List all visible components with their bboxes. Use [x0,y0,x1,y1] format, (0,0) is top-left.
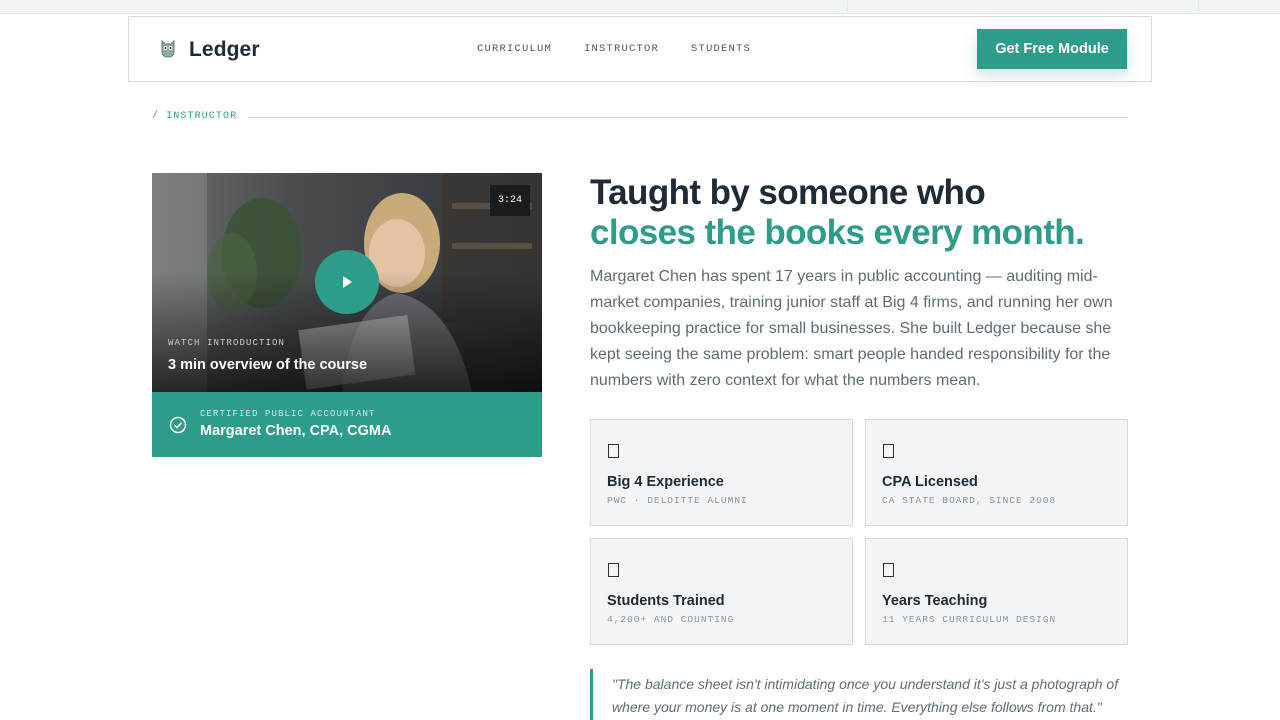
page-title: Taught by someone who closes the books e… [590,173,1085,253]
card-icon [608,444,619,458]
intro-video[interactable]: 3:24 WATCH INTRODUCTION 3 min overview o… [152,173,542,392]
nav-link-curriculum[interactable]: CURRICULUM [477,43,552,55]
play-icon[interactable] [315,250,379,314]
instructor-name: Margaret Chen, CPA, CGMA [200,423,392,439]
section-eyebrow: / INSTRUCTOR [152,111,238,122]
credential-banner: CERTIFIED PUBLIC ACCOUNTANT Margaret Che… [152,392,542,457]
quote-bar [590,669,593,720]
nav-link-instructor[interactable]: INSTRUCTOR [584,43,659,55]
top-strip-divider [1198,0,1199,13]
nav-link-students[interactable]: STUDENTS [691,43,751,55]
instructor-bio: Margaret Chen has spent 17 years in publ… [590,268,1113,389]
headline-line-2: closes the books every month. [590,213,1085,252]
video-label: WATCH INTRODUCTION [168,338,286,348]
owl-icon[interactable] [159,39,177,59]
headline-line-1: Taught by someone who [590,173,986,212]
stat-card-big4: Big 4 Experience PWC · DELOITTE ALUMNI [590,419,853,526]
video-title: 3 min overview of the course [168,357,368,373]
section-divider [248,117,1128,118]
card-subtitle: 4,200+ AND COUNTING [607,614,735,625]
video-duration: 3:24 [490,185,530,216]
stat-card-students: Students Trained 4,200+ AND COUNTING [590,538,853,645]
card-subtitle: PWC · DELOITTE ALUMNI [607,495,748,506]
check-circle-icon [169,416,187,434]
card-icon [883,444,894,458]
instructor-quote: "The balance sheet isn't intimidating on… [612,676,1119,715]
card-subtitle: CA STATE BOARD, SINCE 2008 [882,495,1057,506]
card-title: Big 4 Experience [607,474,724,490]
card-title: CPA Licensed [882,474,978,490]
card-subtitle: 11 YEARS CURRICULUM DESIGN [882,614,1057,625]
card-title: Students Trained [607,593,725,609]
navbar: Ledger CURRICULUM INSTRUCTOR STUDENTS Ge… [128,16,1152,82]
card-title: Years Teaching [882,593,988,609]
stat-card-cpa: CPA Licensed CA STATE BOARD, SINCE 2008 [865,419,1128,526]
get-free-module-button[interactable]: Get Free Module [977,29,1127,69]
top-strip-divider [847,0,848,13]
nav-links: CURRICULUM INSTRUCTOR STUDENTS [477,43,751,55]
stat-card-years: Years Teaching 11 YEARS CURRICULUM DESIG… [865,538,1128,645]
credential-label: CERTIFIED PUBLIC ACCOUNTANT [200,409,376,419]
top-strip [0,0,1280,14]
card-icon [608,563,619,577]
brand-name[interactable]: Ledger [189,38,260,62]
card-icon [883,563,894,577]
